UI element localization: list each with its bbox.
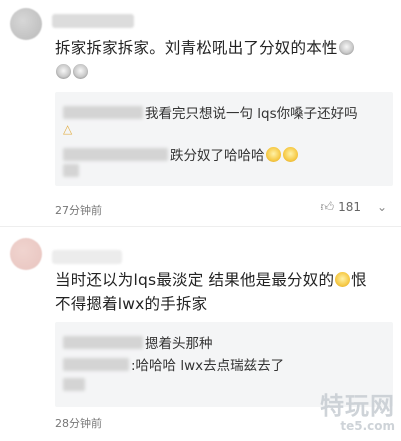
reply-line: 跌分奴了哈哈哈 [63, 144, 299, 164]
reply-username-blurred[interactable] [63, 378, 85, 391]
comment-body: 不得摁着lwx的手拆家 [55, 295, 208, 313]
comment-text: 拆家拆家拆家。刘青松吼出了分奴的本性 [55, 36, 385, 84]
emoji-icon [56, 64, 71, 79]
gift-icon: △ [63, 122, 73, 136]
reply-line [63, 164, 81, 180]
username-blurred[interactable] [52, 14, 134, 28]
like-count: 181 [338, 200, 361, 214]
reply-emoji-line: △ [63, 122, 72, 136]
laugh-emoji-icon [282, 147, 298, 162]
reply-username-blurred[interactable] [63, 336, 143, 349]
comment-body: 当时还以为lqs最淡定 结果他是最分奴的 [55, 271, 335, 289]
reply-line: 摁着头那种 [63, 332, 213, 352]
username-blurred[interactable] [52, 250, 122, 264]
reply-username-blurred[interactable] [63, 106, 143, 119]
watermark-url: te5.com [340, 419, 395, 433]
emoji-icon [73, 64, 88, 79]
comment-time: 28分钟前 [55, 417, 102, 430]
emoji-icon [338, 40, 354, 55]
like-button[interactable]: 👍︎ 181 [321, 200, 362, 215]
thumbs-up-icon: 👍︎ [320, 200, 335, 215]
reply-line: :哈哈哈 lwx去点瑞兹去了 [63, 354, 284, 374]
reply-username-blurred[interactable] [63, 148, 168, 161]
watermark-logo: 特玩网 te5.com [320, 386, 395, 433]
reply-line: 我看完只想说一句 lqs你嗓子还好吗 [63, 102, 358, 122]
reply-line [63, 378, 87, 394]
avatar[interactable] [10, 238, 42, 270]
chevron-down-icon[interactable]: ⌄ [377, 200, 387, 214]
laugh-emoji-icon [265, 147, 281, 162]
comment-body-tail: 恨 [351, 271, 367, 289]
reply-text: 跌分奴了哈哈哈 [170, 148, 265, 164]
smile-emoji-icon [335, 272, 351, 287]
reply-text: 摁着头那种 [145, 336, 213, 352]
reply-box[interactable]: 我看完只想说一句 lqs你嗓子还好吗 △ 跌分奴了哈哈哈 [55, 92, 393, 186]
reply-username-blurred[interactable] [63, 164, 79, 177]
reply-text: :哈哈哈 lwx去点瑞兹去了 [131, 358, 285, 374]
avatar[interactable] [10, 8, 42, 40]
reply-text: 我看完只想说一句 lqs你嗓子还好吗 [145, 106, 358, 122]
watermark-text: 特玩网 [320, 392, 395, 420]
reply-username-blurred[interactable] [63, 358, 129, 371]
comment-item: 拆家拆家拆家。刘青松吼出了分奴的本性 我看完只想说一句 lqs你嗓子还好吗 △ … [0, 0, 401, 226]
comment-time: 27分钟前 [55, 204, 102, 217]
comment-text: 当时还以为lqs最淡定 结果他是最分奴的恨 不得摁着lwx的手拆家 [55, 268, 385, 316]
comment-body: 拆家拆家拆家。刘青松吼出了分奴的本性 [55, 39, 338, 57]
